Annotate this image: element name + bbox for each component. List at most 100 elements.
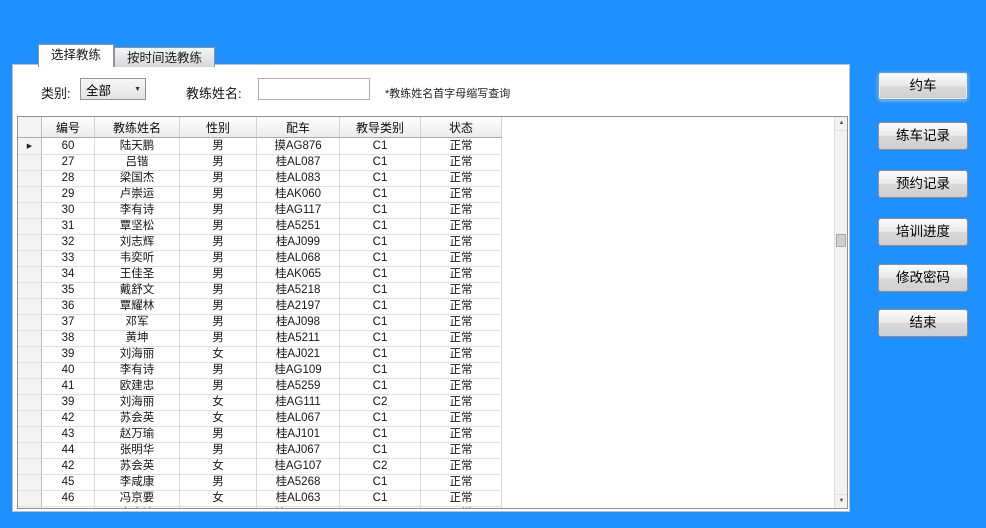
table-row[interactable]: 35戴舒文男桂A5218C1正常 — [18, 283, 502, 299]
cell: C1 — [340, 138, 421, 155]
row-selector[interactable] — [18, 459, 42, 475]
table-row[interactable]: 28梁国杰男桂AL083C1正常 — [18, 171, 502, 187]
tab-select-coach[interactable]: 选择教练 — [38, 44, 114, 67]
table-header-row: 编号教练姓名性别配车教导类别状态 — [18, 117, 502, 138]
column-header-5[interactable]: 状态 — [421, 117, 502, 138]
cell: 赵万瑜 — [95, 427, 180, 443]
scroll-up-icon[interactable]: ▲ — [835, 117, 848, 131]
cell: 冯京要 — [95, 491, 180, 507]
cell: 正常 — [421, 267, 502, 283]
column-header-0[interactable]: 编号 — [42, 117, 95, 138]
cell: C1 — [340, 299, 421, 315]
row-selector[interactable] — [18, 219, 42, 235]
column-header-3[interactable]: 配车 — [257, 117, 340, 138]
row-selector[interactable] — [18, 299, 42, 315]
table-row[interactable]: 43赵万瑜男桂AJ101C1正常 — [18, 427, 502, 443]
cell: 44 — [42, 443, 95, 459]
row-selector[interactable] — [18, 347, 42, 363]
coach-name-input[interactable] — [258, 78, 370, 100]
cell: 桂AJ021 — [257, 347, 340, 363]
table-row[interactable]: ▶60陆天鹏男摸AG876C1正常 — [18, 138, 502, 155]
cell: C1 — [340, 331, 421, 347]
change-password-button[interactable]: 修改密码 — [878, 264, 968, 292]
table-row[interactable]: 42苏会英女桂AG107C2正常 — [18, 459, 502, 475]
column-header-1[interactable]: 教练姓名 — [95, 117, 180, 138]
table-row[interactable]: 37邓军男桂AJ098C1正常 — [18, 315, 502, 331]
finish-button[interactable]: 结束 — [878, 309, 968, 337]
cell: 桂AG107 — [257, 459, 340, 475]
cell: 32 — [42, 235, 95, 251]
practice-record-button[interactable]: 练车记录 — [878, 122, 968, 150]
table-row[interactable]: 46冯京要女桂AL063C1正常 — [18, 491, 502, 507]
row-selector[interactable] — [18, 155, 42, 171]
row-selector[interactable] — [18, 379, 42, 395]
row-selector[interactable] — [18, 395, 42, 411]
row-selector[interactable] — [18, 427, 42, 443]
cell: 桂AG123 — [257, 507, 340, 510]
table-row[interactable]: 47方贵达男桂AG123C1正常 — [18, 507, 502, 510]
tab-select-coach-by-time[interactable]: 按时间选教练 — [114, 47, 215, 67]
cell: 40 — [42, 363, 95, 379]
table-row[interactable]: 39刘海丽女桂AG111C2正常 — [18, 395, 502, 411]
table-row[interactable]: 39刘海丽女桂AJ021C1正常 — [18, 347, 502, 363]
category-dropdown[interactable]: 全部 ▼ — [80, 78, 146, 100]
cell: 陆天鹏 — [95, 138, 180, 155]
row-selector[interactable] — [18, 267, 42, 283]
cell: 摸AG876 — [257, 138, 340, 155]
cell: 桂AL067 — [257, 411, 340, 427]
cell: 男 — [180, 235, 257, 251]
row-selector[interactable] — [18, 187, 42, 203]
table-row[interactable]: 41欧建忠男桂A5259C1正常 — [18, 379, 502, 395]
column-header-4[interactable]: 教导类别 — [340, 117, 421, 138]
scrollbar-thumb[interactable] — [836, 234, 846, 247]
row-selector[interactable] — [18, 363, 42, 379]
cell: 41 — [42, 379, 95, 395]
table-row[interactable]: 40李有诗男桂AG109C1正常 — [18, 363, 502, 379]
table-row[interactable]: 45李咸康男桂A5268C1正常 — [18, 475, 502, 491]
cell: 覃坚松 — [95, 219, 180, 235]
table-row[interactable]: 34王佳圣男桂AK065C1正常 — [18, 267, 502, 283]
cell: 桂AL083 — [257, 171, 340, 187]
table-row[interactable]: 44张明华男桂AJ067C1正常 — [18, 443, 502, 459]
row-header-corner — [18, 117, 42, 138]
cell: 男 — [180, 331, 257, 347]
table-row[interactable]: 36覃耀林男桂A2197C1正常 — [18, 299, 502, 315]
training-progress-button[interactable]: 培训进度 — [878, 218, 968, 246]
column-header-2[interactable]: 性别 — [180, 117, 257, 138]
table-row[interactable]: 30李有诗男桂AG117C1正常 — [18, 203, 502, 219]
row-selector[interactable] — [18, 251, 42, 267]
row-selector[interactable] — [18, 235, 42, 251]
table-row[interactable]: 27吕锴男桂AL087C1正常 — [18, 155, 502, 171]
row-selector[interactable] — [18, 475, 42, 491]
table-row[interactable]: 29卢崇运男桂AK060C1正常 — [18, 187, 502, 203]
table-row[interactable]: 38黄坤男桂A5211C1正常 — [18, 331, 502, 347]
cell: 29 — [42, 187, 95, 203]
table-row[interactable]: 31覃坚松男桂A5251C1正常 — [18, 219, 502, 235]
cell: 34 — [42, 267, 95, 283]
cell: 桂AL063 — [257, 491, 340, 507]
row-selector[interactable] — [18, 315, 42, 331]
cell: C2 — [340, 459, 421, 475]
cell: 桂AL068 — [257, 251, 340, 267]
table-row[interactable]: 33韦奕听男桂AL068C1正常 — [18, 251, 502, 267]
row-selector[interactable] — [18, 171, 42, 187]
row-selector[interactable] — [18, 283, 42, 299]
cell: 男 — [180, 475, 257, 491]
row-selector[interactable] — [18, 411, 42, 427]
table-row[interactable]: 42苏会英女桂AL067C1正常 — [18, 411, 502, 427]
row-selector[interactable] — [18, 443, 42, 459]
reservation-record-button[interactable]: 预约记录 — [878, 170, 968, 198]
scroll-down-icon[interactable]: ▼ — [835, 494, 848, 508]
cell: 正常 — [421, 155, 502, 171]
book-car-button[interactable]: 约车 — [878, 72, 968, 100]
row-selector[interactable] — [18, 331, 42, 347]
cell: C1 — [340, 251, 421, 267]
vertical-scrollbar[interactable]: ▲ ▼ — [834, 117, 847, 508]
row-selector[interactable] — [18, 203, 42, 219]
row-selector[interactable] — [18, 491, 42, 507]
row-selector[interactable]: ▶ — [18, 138, 42, 155]
row-selector[interactable] — [18, 507, 42, 510]
cell: 桂A5218 — [257, 283, 340, 299]
table-row[interactable]: 32刘志辉男桂AJ099C1正常 — [18, 235, 502, 251]
cell: 李有诗 — [95, 203, 180, 219]
